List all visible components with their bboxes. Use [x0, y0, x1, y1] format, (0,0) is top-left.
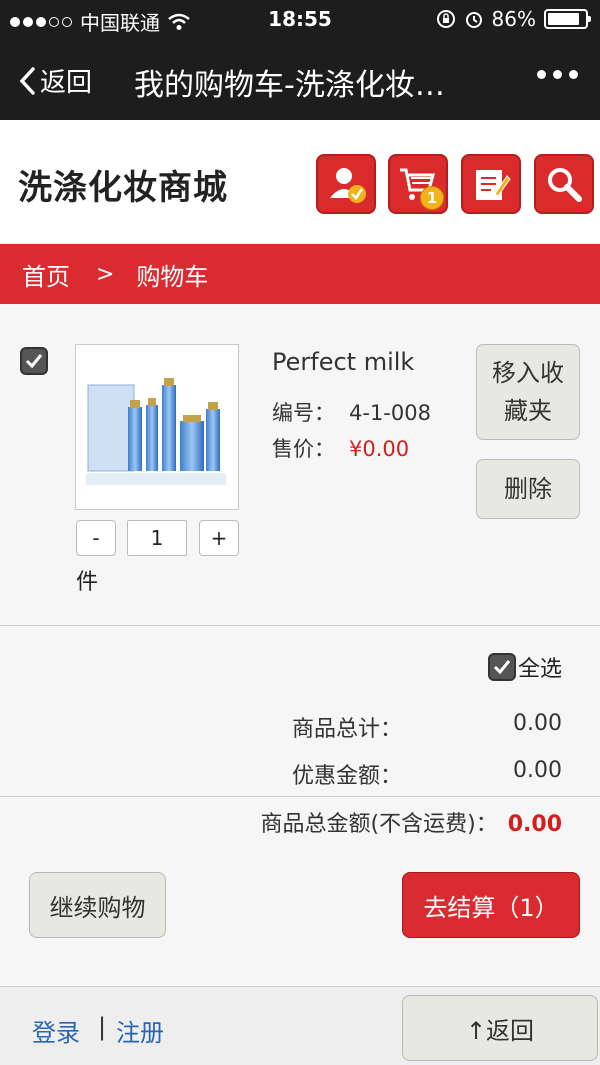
breadcrumb-current: 购物车 [136, 262, 209, 291]
search-button[interactable] [534, 154, 594, 214]
quantity-increase-button[interactable]: + [199, 520, 239, 556]
footer-separator: | [98, 1013, 107, 1041]
product-price-row: 售价： ¥0.00 [272, 433, 409, 463]
move-to-favorites-button[interactable]: 移入收藏夹 [476, 344, 580, 440]
grand-total-label: 商品总金额(不含运费)： [260, 812, 498, 837]
product-bottles-image [86, 378, 226, 485]
breadcrumb: 首页 > 购物车 [0, 244, 600, 304]
select-all-label: 全选 [517, 657, 562, 682]
grand-total-value: 0.00 [507, 812, 562, 837]
orders-button[interactable] [461, 154, 521, 214]
discount-label: 优惠金额： [291, 764, 402, 789]
cart-summary: 全选 商品总计： 0.00 优惠金额： 0.00 [0, 627, 600, 797]
product-code: 4-1-008 [349, 401, 431, 425]
continue-shopping-button[interactable]: 继续购物 [29, 872, 166, 938]
cart-count-badge: 1 [420, 186, 444, 210]
rotation-lock-icon [436, 10, 455, 28]
battery-icon [544, 9, 591, 29]
chevron-left-icon [19, 66, 35, 95]
cart-item: - 1 + 件 Perfect milk 编号： 4-1-008 售价： ¥0.00… [0, 304, 600, 626]
status-right: 86% [436, 7, 591, 31]
edit-icon [476, 170, 511, 200]
login-link[interactable]: 登录 [32, 1013, 80, 1048]
grand-total-row: 商品总金额(不含运费)： 0.00 [0, 806, 562, 838]
select-all-checkbox[interactable] [487, 653, 516, 681]
battery-percent: 86% [491, 7, 536, 31]
item-checkbox[interactable] [20, 347, 48, 375]
product-code-label: 编号： [272, 401, 335, 425]
goods-total-value: 0.00 [513, 711, 562, 736]
checkmark-icon [25, 354, 43, 369]
nav-bar: 返回 我的购物车-洗涤化妆… [0, 40, 600, 120]
shop-name[interactable]: 洗涤化妆商城 [18, 160, 228, 209]
discount-value: 0.00 [513, 758, 562, 783]
product-name[interactable]: Perfect milk [272, 348, 414, 376]
quantity-input[interactable]: 1 [127, 520, 187, 556]
footer: 登录 | 注册 ↑返回 [0, 986, 600, 1065]
account-button[interactable] [316, 154, 376, 214]
product-image[interactable] [75, 344, 239, 510]
select-all[interactable]: 全选 [487, 651, 562, 683]
status-bar: 中国联通 18:55 86% [0, 0, 600, 40]
user-check-icon [330, 168, 366, 203]
back-to-top-button[interactable]: ↑返回 [402, 995, 598, 1061]
search-icon [548, 168, 582, 202]
back-button[interactable]: 返回 [18, 62, 92, 99]
more-icon[interactable] [537, 70, 578, 79]
page-title: 我的购物车-洗涤化妆… [134, 68, 445, 103]
shop-header: 洗涤化妆商城 1 [0, 120, 600, 242]
product-price-label: 售价： [272, 437, 335, 461]
goods-total-label: 商品总计： [291, 717, 402, 742]
breadcrumb-home[interactable]: 首页 [22, 257, 70, 292]
quantity-decrease-button[interactable]: - [76, 520, 116, 556]
product-price: ¥0.00 [349, 437, 410, 461]
checkout-button[interactable]: 去结算（1） [402, 872, 580, 938]
back-label: 返回 [40, 68, 93, 98]
product-code-row: 编号： 4-1-008 [272, 397, 431, 427]
alarm-icon [465, 12, 482, 28]
register-link[interactable]: 注册 [116, 1013, 164, 1048]
checkmark-icon [493, 660, 511, 675]
cart-button[interactable]: 1 [388, 154, 448, 214]
quantity-unit: 件 [76, 570, 99, 595]
breadcrumb-separator: > [96, 261, 115, 287]
delete-button[interactable]: 删除 [476, 459, 580, 519]
